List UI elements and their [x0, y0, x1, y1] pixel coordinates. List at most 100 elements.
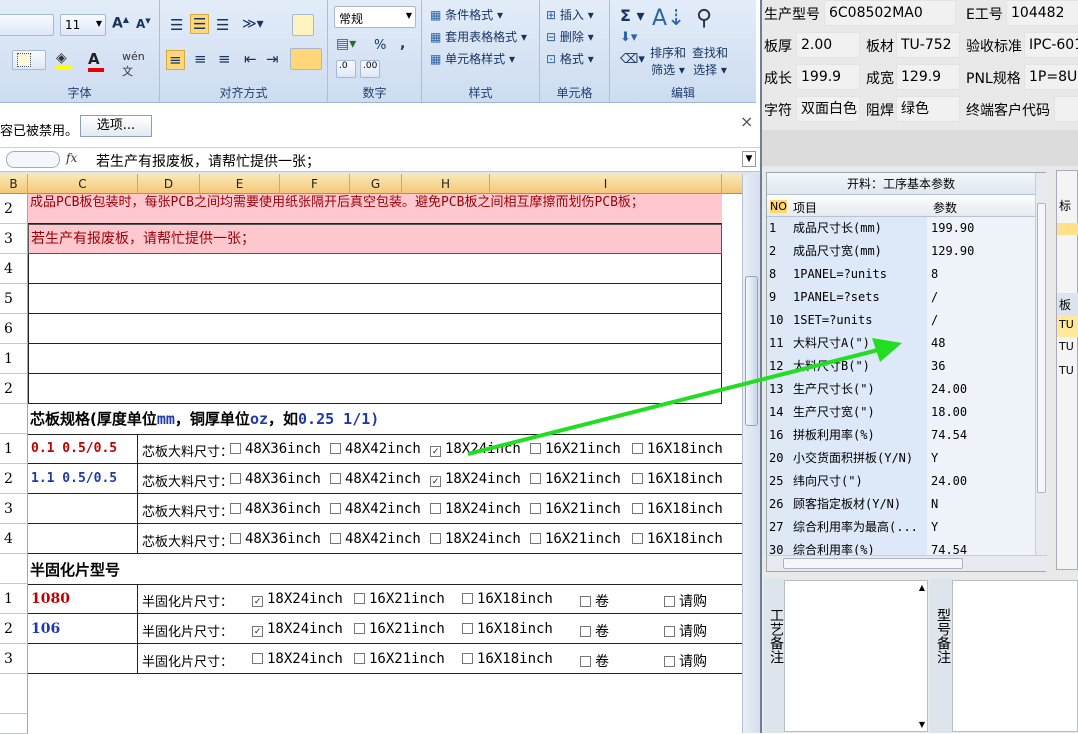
- grid-row-value[interactable]: /: [927, 309, 1035, 332]
- core-size-checkbox[interactable]: 48X36inch: [230, 531, 321, 547]
- insert-button[interactable]: ⊞ 插入 ▾: [546, 6, 594, 23]
- col-header-g[interactable]: G: [350, 174, 402, 194]
- checkbox-icon[interactable]: [430, 533, 441, 544]
- checkbox-icon[interactable]: [330, 443, 341, 454]
- decrease-indent-icon[interactable]: ⇤: [244, 50, 257, 68]
- checkbox-icon[interactable]: [252, 653, 263, 664]
- core-size-checkbox[interactable]: 48X36inch: [230, 471, 321, 487]
- checkbox-icon[interactable]: [632, 443, 643, 454]
- customer-value[interactable]: [1054, 96, 1078, 122]
- align-bottom-icon[interactable]: ☰: [216, 16, 229, 34]
- row-header[interactable]: 2: [0, 374, 28, 404]
- grid-hscrollbar[interactable]: [767, 555, 1047, 571]
- standard-value[interactable]: IPC-601: [1024, 32, 1078, 58]
- col-header-i[interactable]: I: [490, 174, 722, 194]
- empty-cell[interactable]: [28, 374, 722, 404]
- grid-row-value[interactable]: Y: [927, 447, 1035, 470]
- grow-font-button[interactable]: A▲: [112, 15, 129, 32]
- length-value[interactable]: 199.9: [796, 64, 860, 90]
- grid-row[interactable]: 9 1PANEL=?sets /: [767, 286, 1035, 309]
- prepreg-size-checkbox[interactable]: 卷: [580, 591, 609, 611]
- empty-cell[interactable]: [28, 284, 722, 314]
- core-size-checkbox[interactable]: 18X24inch: [430, 531, 521, 547]
- checkbox-icon[interactable]: ✓: [430, 446, 441, 457]
- grid-row-value[interactable]: 36: [927, 355, 1035, 378]
- checkbox-icon[interactable]: [230, 503, 241, 514]
- increase-decimal-icon[interactable]: .0: [336, 60, 356, 78]
- prepreg-size-checkbox[interactable]: 16X21inch: [354, 651, 445, 667]
- align-center-icon[interactable]: ≡: [194, 50, 207, 68]
- row-header[interactable]: 4: [0, 254, 28, 284]
- col-header-e[interactable]: E: [200, 174, 280, 194]
- grid-scroll-thumb[interactable]: [1037, 203, 1046, 493]
- grid-row-value[interactable]: 74.54: [927, 424, 1035, 447]
- checkbox-icon[interactable]: ✓: [430, 476, 441, 487]
- font-color-button[interactable]: A: [88, 50, 104, 72]
- phonetic-button[interactable]: wén 文: [122, 50, 145, 79]
- col-header-b[interactable]: B: [0, 174, 28, 194]
- grid-row[interactable]: 10 1SET=?units /: [767, 309, 1035, 332]
- prepreg-size-checkbox[interactable]: ✓ 18X24inch: [252, 591, 343, 607]
- row-header[interactable]: 2: [0, 614, 28, 644]
- name-box[interactable]: [6, 151, 60, 168]
- material-value[interactable]: TU-752: [896, 32, 960, 58]
- row-header[interactable]: 5: [0, 284, 28, 314]
- checkbox-icon[interactable]: [330, 473, 341, 484]
- col-header-c[interactable]: C: [28, 174, 138, 194]
- grid-row[interactable]: 8 1PANEL=?units 8: [767, 263, 1035, 286]
- prepreg-size-checkbox[interactable]: 卷: [580, 651, 609, 671]
- core-size-checkbox[interactable]: 16X21inch: [530, 471, 621, 487]
- scroll-up-icon[interactable]: ▲: [919, 583, 925, 592]
- side-row[interactable]: TU: [1057, 361, 1078, 383]
- checkbox-icon[interactable]: [530, 443, 541, 454]
- core-size-checkbox[interactable]: 16X18inch: [632, 501, 723, 517]
- merge-center-icon[interactable]: [290, 48, 322, 70]
- align-right-icon[interactable]: ≡: [218, 50, 231, 68]
- col-header-f[interactable]: F: [280, 174, 350, 194]
- core-size-checkbox[interactable]: 48X42inch: [330, 531, 421, 547]
- checkbox-icon[interactable]: [580, 596, 591, 607]
- shrink-font-button[interactable]: A▼: [136, 17, 151, 31]
- grid-scrollbar[interactable]: [1035, 173, 1047, 555]
- core-spec-cell[interactable]: 1.1 0.5/0.5: [28, 464, 138, 494]
- fill-color-button[interactable]: ◈: [56, 50, 72, 70]
- checkbox-icon[interactable]: [354, 653, 365, 664]
- grid-row[interactable]: 20 小交货面积拼板(Y/N) Y: [767, 447, 1035, 470]
- row-header[interactable]: 1: [0, 584, 28, 614]
- prepreg-size-checkbox[interactable]: ✓ 18X24inch: [252, 621, 343, 637]
- checkbox-icon[interactable]: [330, 533, 341, 544]
- core-size-checkbox[interactable]: ✓ 18X24inch: [430, 471, 521, 487]
- prepreg-size-checkbox[interactable]: 16X21inch: [354, 621, 445, 637]
- col-param[interactable]: 参数: [933, 199, 957, 216]
- prepreg-spec-cell[interactable]: 1080: [28, 584, 138, 614]
- prepreg-size-checkbox[interactable]: 请购: [664, 591, 707, 611]
- align-middle-icon[interactable]: ☰: [190, 14, 210, 34]
- product-model-value[interactable]: 6C08502MA0: [824, 0, 956, 26]
- checkbox-icon[interactable]: [632, 533, 643, 544]
- prepreg-size-checkbox[interactable]: 16X18inch: [462, 621, 553, 637]
- checkbox-icon[interactable]: [632, 503, 643, 514]
- cond-format-button[interactable]: ▦ 条件格式 ▾: [430, 6, 503, 23]
- col-no[interactable]: NO: [770, 200, 787, 213]
- sort-filter-button[interactable]: 排序和 筛选 ▾: [650, 44, 686, 78]
- grid-row[interactable]: 11 大料尺寸A(") 48: [767, 332, 1035, 355]
- checkbox-icon[interactable]: [330, 503, 341, 514]
- align-top-icon[interactable]: ☰: [170, 16, 183, 34]
- clear-icon[interactable]: ⌫▾: [620, 52, 645, 67]
- comma-button[interactable]: ,: [400, 36, 405, 52]
- col-header-h[interactable]: H: [402, 174, 490, 194]
- grid-row-value[interactable]: /: [927, 286, 1035, 309]
- grid-row-value[interactable]: 129.90: [927, 240, 1035, 263]
- checkbox-icon[interactable]: [530, 503, 541, 514]
- core-spec-cell[interactable]: [28, 494, 138, 524]
- width-value[interactable]: 129.9: [896, 64, 960, 90]
- core-size-checkbox[interactable]: 48X36inch: [230, 441, 321, 457]
- grid-row-value[interactable]: 24.00: [927, 470, 1035, 493]
- thickness-value[interactable]: 2.00: [796, 32, 860, 58]
- options-button[interactable]: 选项...: [80, 115, 152, 137]
- decrease-decimal-icon[interactable]: .00: [360, 60, 380, 78]
- grid-row[interactable]: 12 大料尺寸B(") 36: [767, 355, 1035, 378]
- checkbox-icon[interactable]: [230, 473, 241, 484]
- wrap-text-icon[interactable]: [292, 14, 314, 36]
- prepreg-size-checkbox[interactable]: 请购: [664, 621, 707, 641]
